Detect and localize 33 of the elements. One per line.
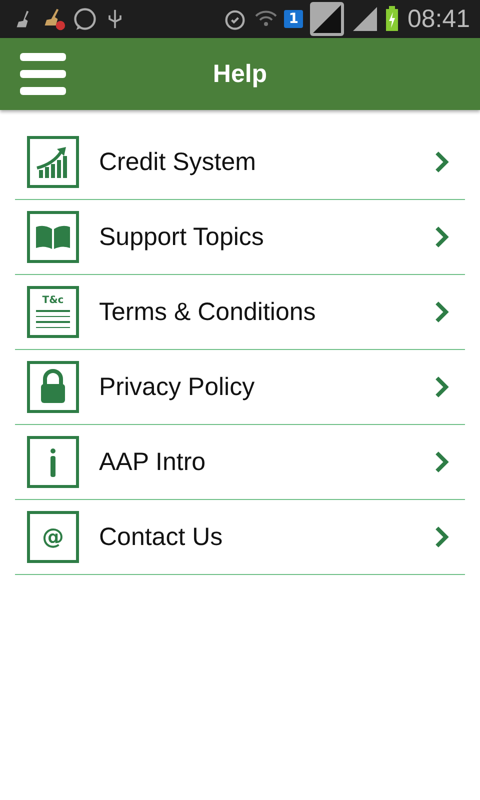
menu-icon[interactable] [20,52,66,96]
item-label: Contact Us [99,522,224,552]
menu-list-item[interactable]: Privacy Policy [15,350,465,425]
menu-list-item[interactable]: T&c Terms & Conditions [15,275,465,350]
item-label: Terms & Conditions [99,298,317,326]
chevron-right-icon [435,451,449,473]
clock-time: 08:41 [407,4,470,34]
chevron-right-icon [435,151,449,173]
padlock-icon [27,361,79,413]
cleaner-alert-icon [42,7,66,31]
signal-icon [351,5,380,33]
item-label: Support Topics [99,222,265,252]
document-icon: T&c [27,286,79,338]
item-label: Privacy Policy [99,372,256,402]
chevron-right-icon [435,526,449,548]
chat-bubble-icon [72,6,98,32]
chevron-right-icon [435,226,449,248]
item-label: AAP Intro [99,448,207,476]
menu-list-item[interactable]: AAP Intro [15,425,465,500]
sim-badge: 1 [284,10,304,28]
chevron-right-icon [435,301,449,323]
battery-charging-icon [385,6,400,32]
menu-list-item[interactable]: @ Contact Us [15,500,465,575]
menu-list-item[interactable]: Support Topics [15,200,465,275]
item-label: Credit System [99,148,257,176]
at-sign-icon: @ [27,511,79,563]
screen-title: Help [212,60,268,88]
open-book-icon [27,211,79,263]
menu-list-item[interactable]: Credit System [15,125,465,200]
signal-icon [309,1,346,37]
growth-chart-icon [27,136,79,188]
info-icon [27,436,79,488]
chevron-right-icon [435,376,449,398]
